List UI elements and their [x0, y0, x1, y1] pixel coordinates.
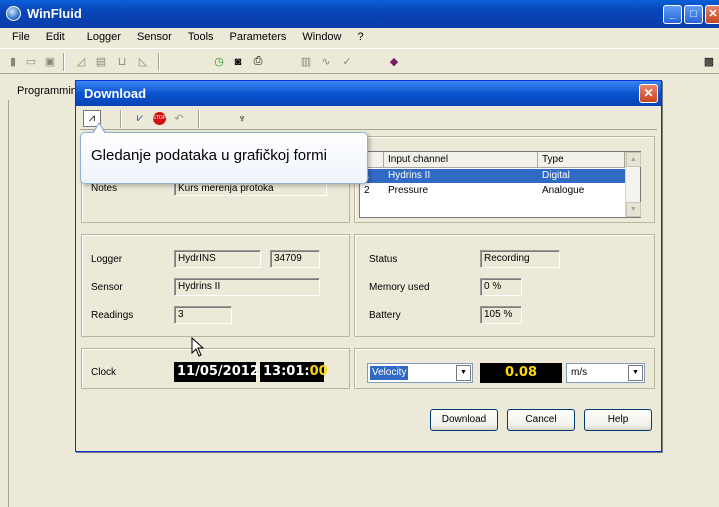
menu-logger[interactable]: Logger [79, 28, 129, 48]
menu-file[interactable]: File [4, 28, 38, 48]
sensor-field: Hydrins II [174, 278, 320, 296]
minimize-button[interactable]: _ [663, 5, 682, 24]
channel-list[interactable]: Input channel Type 1 Hydrins II Digital … [359, 151, 641, 218]
dialog-title-bar: Download ✕ [76, 81, 661, 106]
stop-icon[interactable]: STOP [150, 110, 168, 127]
channel-row[interactable]: 2 Pressure Analogue [360, 184, 625, 198]
list-icon[interactable]: ▥ [297, 53, 315, 70]
measure-select[interactable]: Velocity ▼ [367, 363, 473, 383]
logger-label: Logger [91, 254, 123, 265]
wave-icon[interactable]: ∿ [317, 53, 335, 70]
maximize-button[interactable]: □ [684, 5, 703, 24]
battery-field: 105 % [480, 306, 522, 324]
channel-row[interactable]: 1 Hydrins II Digital [360, 169, 625, 183]
check-icon[interactable]: ✓ [338, 53, 356, 70]
sensor-label: Sensor [91, 282, 123, 293]
toolbar-separator [198, 110, 200, 128]
clock-date-display: 11/05/2012 [174, 362, 259, 382]
channel-number: 2 [364, 185, 370, 196]
app-title-bar: WinFluid _ □ ✕ [0, 0, 719, 28]
chevron-down-icon[interactable]: ▼ [628, 365, 643, 381]
cancel-button[interactable]: Cancel [507, 409, 575, 431]
menu-help[interactable]: ? [350, 28, 372, 48]
column-header-input-channel[interactable]: Input channel [384, 152, 538, 168]
save-icon[interactable]: ▣ [41, 53, 59, 70]
table-icon[interactable]: ▤ [92, 53, 110, 70]
memory-field: 0 % [480, 278, 522, 296]
readings-label: Readings [91, 310, 134, 321]
menu-window[interactable]: Window [294, 28, 349, 48]
undo-icon[interactable]: ↶ [170, 110, 188, 127]
print-icon[interactable]: ⎙ [249, 53, 267, 70]
chevron-down-icon[interactable]: ▼ [456, 365, 471, 381]
toolbar-separator [158, 53, 160, 71]
memory-label: Memory used [369, 282, 430, 293]
signal-icon[interactable]: ♆ [233, 110, 251, 127]
menu-tools[interactable]: Tools [180, 28, 222, 48]
clock-icon[interactable]: ◷ [210, 53, 228, 70]
app-title: WinFluid [27, 6, 82, 21]
main-toolbar: ▮ ▭ ▣ ◿ ▤ ⊔ ◺ ◷ ◙ ⎙ ▥ ∿ ✓ ◆ ▩ [0, 48, 719, 74]
toolbar-separator [63, 53, 65, 71]
new-icon[interactable]: ▮ [4, 53, 22, 70]
dialog-close-button[interactable]: ✕ [639, 84, 658, 103]
column-header-type[interactable]: Type [538, 152, 625, 168]
tab-programming[interactable]: Programming [17, 85, 83, 97]
close-button[interactable]: ✕ [705, 5, 719, 24]
scroll-up-icon[interactable]: ▲ [626, 152, 641, 167]
clock-time-main: 13:01: [263, 364, 310, 379]
menu-sensor[interactable]: Sensor [129, 28, 180, 48]
measure-select-value: Velocity [370, 366, 409, 380]
mouse-cursor-icon [191, 337, 205, 357]
channel-name: Hydrins II [388, 170, 431, 181]
clock-time-display: 13:01:00 [260, 362, 328, 382]
clock-time-seconds: 00 [309, 364, 328, 379]
dialog-title: Download [84, 86, 147, 101]
menu-edit[interactable]: Edit [38, 28, 73, 48]
unit-select-value: m/s [571, 367, 588, 378]
network-icon[interactable]: ▩ [700, 53, 718, 70]
clock-label: Clock [91, 367, 117, 378]
dialog-toolbar: ⩘ ⩗ STOP ↶ ♆ [80, 108, 657, 130]
channel-type: Digital [542, 170, 570, 181]
open-icon[interactable]: ▭ [22, 53, 40, 70]
menu-parameters[interactable]: Parameters [222, 28, 295, 48]
logger-name-field: HydrINS [174, 250, 261, 268]
status-field: Recording [480, 250, 560, 268]
menu-bar: File Edit Logger Sensor Tools Parameters… [0, 28, 719, 48]
device-icon[interactable]: ◙ [229, 53, 247, 70]
scroll-down-icon[interactable]: ▼ [626, 202, 641, 217]
measure-value-display: 0.08 [480, 363, 562, 383]
tooltip-pointer-inner [93, 124, 105, 134]
graph-icon[interactable]: ⊔ [113, 53, 131, 70]
status-label: Status [369, 254, 398, 265]
battery-label: Battery [369, 310, 401, 321]
app-icon [6, 6, 21, 21]
book-icon[interactable]: ◆ [385, 53, 403, 70]
channel-list-scrollbar[interactable]: ▲ ▼ [625, 152, 641, 217]
channel-name: Pressure [388, 185, 429, 196]
channel-type: Analogue [542, 185, 585, 196]
unit-select[interactable]: m/s ▼ [566, 363, 645, 383]
download-button[interactable]: Download [430, 409, 498, 431]
channel-list-header: Input channel Type [360, 152, 625, 168]
help-button[interactable]: Help [584, 409, 652, 431]
notes-label: Notes [91, 183, 118, 194]
plot-icon[interactable]: ◺ [134, 53, 152, 70]
toolbar-separator [120, 110, 122, 128]
chart-icon[interactable]: ◿ [72, 53, 90, 70]
readings-field: 3 [174, 306, 232, 324]
logger-serial-field: 34709 [270, 250, 320, 268]
download-icon[interactable]: ⩗ [131, 110, 149, 127]
tooltip: Gledanje podataka u grafičkoj formi [80, 132, 368, 184]
